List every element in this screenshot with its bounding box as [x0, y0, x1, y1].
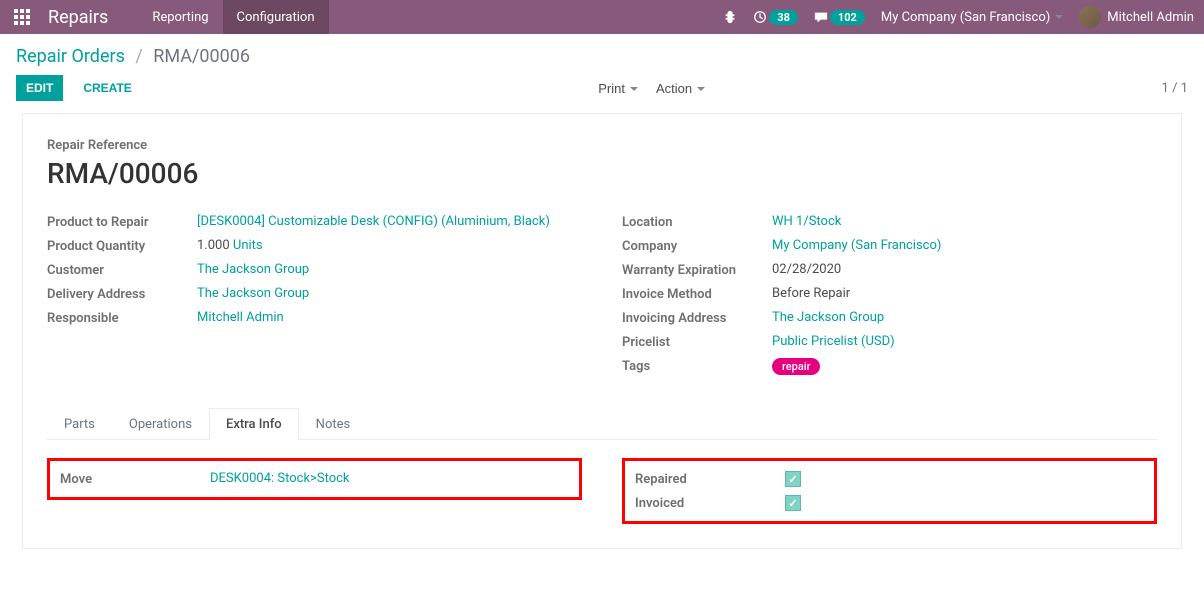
customer-label: Customer	[47, 262, 197, 278]
tab-notes[interactable]: Notes	[299, 408, 368, 440]
edit-button[interactable]: EDIT	[16, 75, 63, 101]
debug-icon[interactable]	[723, 10, 737, 24]
product-quantity-num: 1.000	[197, 238, 230, 253]
customer-value[interactable]: The Jackson Group	[197, 262, 309, 277]
repair-reference-label: Repair Reference	[47, 138, 1157, 153]
repaired-checkbox[interactable]	[785, 471, 801, 487]
nav-menu-configuration[interactable]: Configuration	[223, 0, 329, 34]
invoiced-label: Invoiced	[635, 495, 785, 511]
product-quantity-label: Product Quantity	[47, 238, 197, 254]
form-col-right: Location WH 1/Stock Company My Company (…	[622, 214, 1157, 383]
action-dropdown[interactable]: Action	[656, 81, 705, 96]
activities-icon[interactable]: 38	[753, 10, 798, 25]
product-to-repair-label: Product to Repair	[47, 214, 197, 230]
company-switcher[interactable]: My Company (San Francisco)	[881, 10, 1063, 25]
invoiced-checkbox[interactable]	[785, 495, 801, 511]
apps-menu-icon[interactable]	[10, 5, 34, 29]
pricelist-label: Pricelist	[622, 334, 772, 350]
messages-badge: 102	[830, 10, 865, 25]
form-grid: Product to Repair [DESK0004] Customizabl…	[47, 214, 1157, 383]
toolbar: EDIT CREATE Print Action 1 / 1	[0, 75, 1204, 113]
delivery-address-value[interactable]: The Jackson Group	[197, 286, 309, 301]
invoice-method-label: Invoice Method	[622, 286, 772, 302]
form-sheet: Repair Reference RMA/00006 Product to Re…	[22, 113, 1182, 549]
tab-content-extra-info: Move DESK0004: Stock>Stock Repaired Invo…	[47, 458, 1157, 524]
tab-parts[interactable]: Parts	[47, 408, 112, 440]
breadcrumb-bar: Repair Orders / RMA/00006	[0, 34, 1204, 75]
app-brand[interactable]: Repairs	[48, 7, 108, 28]
breadcrumb-current: RMA/00006	[153, 46, 250, 67]
avatar	[1079, 6, 1101, 28]
product-to-repair-value[interactable]: [DESK0004] Customizable Desk (CONFIG) (A…	[197, 214, 550, 229]
tabs: Parts Operations Extra Info Notes	[47, 407, 1157, 440]
messages-icon[interactable]: 102	[814, 10, 865, 25]
highlight-move-box: Move DESK0004: Stock>Stock	[47, 458, 582, 500]
nav-right: 38 102 My Company (San Francisco) Mitche…	[723, 6, 1194, 28]
create-button[interactable]: CREATE	[73, 75, 141, 101]
move-value[interactable]: DESK0004: Stock>Stock	[210, 471, 350, 486]
highlight-status-box: Repaired Invoiced	[622, 458, 1157, 524]
user-name: Mitchell Admin	[1107, 10, 1194, 25]
tab-operations[interactable]: Operations	[112, 408, 209, 440]
warranty-expiration-value: 02/28/2020	[772, 262, 1157, 277]
breadcrumb: Repair Orders / RMA/00006	[16, 46, 1188, 67]
location-value[interactable]: WH 1/Stock	[772, 214, 841, 229]
repaired-label: Repaired	[635, 471, 785, 487]
breadcrumb-parent[interactable]: Repair Orders	[16, 46, 125, 67]
navbar: Repairs Reporting Configuration 38 102 M…	[0, 0, 1204, 34]
sheet-container: Repair Reference RMA/00006 Product to Re…	[0, 113, 1204, 589]
pricelist-value[interactable]: Public Pricelist (USD)	[772, 334, 895, 349]
tag-repair[interactable]: repair	[772, 358, 820, 375]
company-label: Company	[622, 238, 772, 254]
user-menu[interactable]: Mitchell Admin	[1079, 6, 1194, 28]
repair-reference-value: RMA/00006	[47, 157, 1157, 190]
invoicing-address-label: Invoicing Address	[622, 310, 772, 326]
nav-menu: Reporting Configuration	[138, 0, 328, 34]
tags-label: Tags	[622, 358, 772, 374]
tab-extra-info[interactable]: Extra Info	[209, 408, 299, 440]
activities-badge: 38	[769, 10, 798, 25]
delivery-address-label: Delivery Address	[47, 286, 197, 302]
company-value[interactable]: My Company (San Francisco)	[772, 238, 941, 253]
warranty-expiration-label: Warranty Expiration	[622, 262, 772, 278]
invoice-method-value: Before Repair	[772, 286, 1157, 301]
location-label: Location	[622, 214, 772, 230]
pager[interactable]: 1 / 1	[1162, 81, 1188, 96]
move-label: Move	[60, 471, 210, 487]
breadcrumb-sep: /	[135, 46, 142, 67]
form-col-left: Product to Repair [DESK0004] Customizabl…	[47, 214, 582, 383]
product-quantity-unit[interactable]: Units	[233, 238, 263, 253]
invoicing-address-value[interactable]: The Jackson Group	[772, 310, 884, 325]
print-dropdown[interactable]: Print	[598, 81, 638, 96]
responsible-label: Responsible	[47, 310, 197, 326]
nav-menu-reporting[interactable]: Reporting	[138, 0, 222, 34]
grid-icon	[14, 9, 30, 25]
responsible-value[interactable]: Mitchell Admin	[197, 310, 284, 325]
